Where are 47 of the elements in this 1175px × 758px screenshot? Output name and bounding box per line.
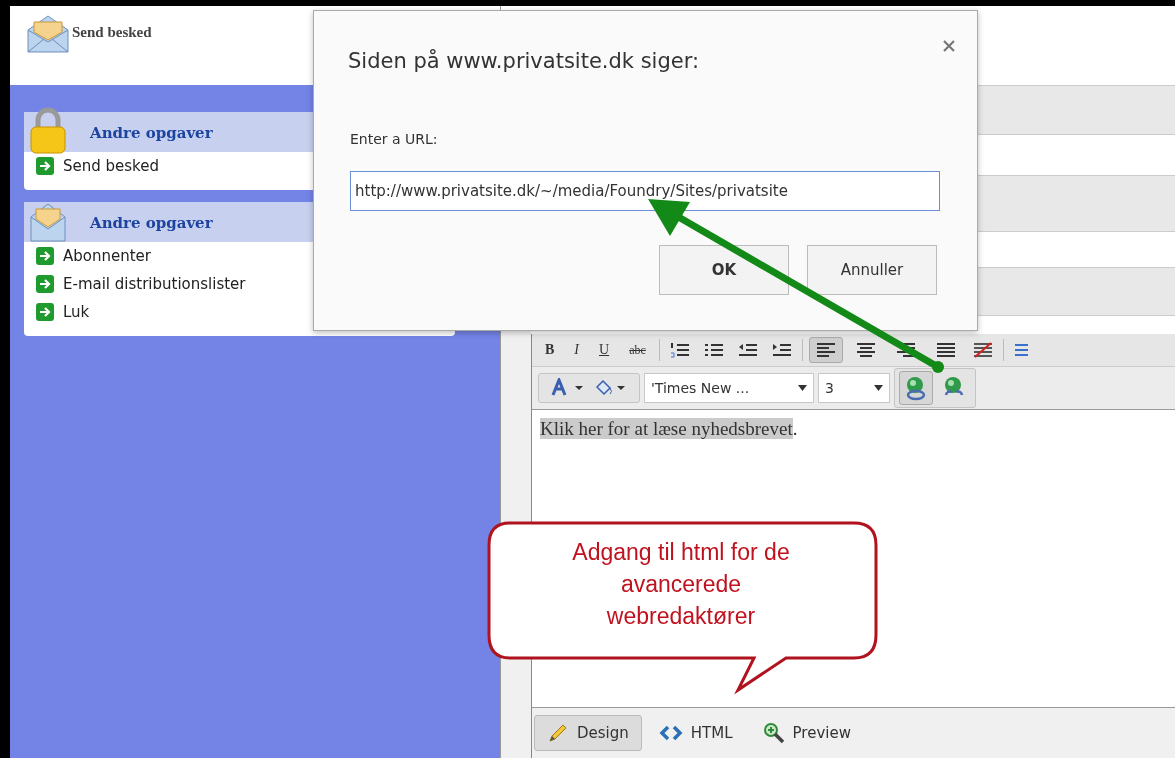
caret-icon	[874, 385, 883, 391]
more-tools-icon[interactable]	[1013, 342, 1028, 358]
pencil-icon	[547, 722, 569, 744]
align-left-icon	[815, 342, 836, 358]
padlock-icon	[28, 106, 68, 154]
task-link[interactable]: Luk	[24, 298, 455, 326]
size-dropdown[interactable]: 3	[818, 373, 890, 403]
callout-text: Adgang til html for de avancerede webredaktører	[571, 538, 791, 631]
bullet-list-icon[interactable]	[703, 342, 724, 358]
arrow-icon	[36, 157, 54, 175]
dialog-title: Siden på www.privatsite.dk siger:	[348, 49, 699, 73]
task-link[interactable]: E-mail distributionslister	[24, 270, 455, 298]
mode-tab[interactable]: Preview	[749, 715, 864, 751]
indent-icon[interactable]	[771, 342, 792, 358]
clear-format-icon[interactable]	[972, 342, 993, 358]
cancel-button[interactable]: Annuller	[807, 245, 937, 295]
arrow-icon	[36, 275, 54, 293]
align-right-icon	[895, 342, 916, 358]
field-label: Enter a URL:	[350, 131, 438, 147]
format-button[interactable]: B	[538, 339, 562, 361]
editor-text: Klik her for at læse nyhedsbrevet.	[540, 418, 799, 440]
format-button[interactable]: abc	[622, 339, 653, 361]
task-link[interactable]: Abonnenter	[24, 242, 455, 270]
magnifier-icon	[762, 722, 785, 744]
mode-tab[interactable]: HTML	[645, 717, 746, 749]
caret-icon	[798, 385, 807, 391]
card-title: Andre opgaver	[90, 124, 213, 142]
align-justify-icon	[935, 342, 956, 358]
card-title: Andre opgaver	[90, 214, 213, 232]
numbered-list-icon[interactable]	[669, 342, 690, 358]
url-input[interactable]: http://www.privatsite.dk/~/media/Foundry/Sites/privatsite	[350, 171, 940, 211]
outdent-icon[interactable]	[737, 342, 758, 358]
mode-tab[interactable]: Design	[534, 715, 642, 751]
format-button[interactable]: I	[567, 339, 586, 361]
arrow-icon	[36, 303, 54, 321]
close-icon[interactable]	[943, 40, 955, 52]
font-color-icon[interactable]	[551, 378, 585, 398]
fill-color-icon[interactable]	[593, 378, 627, 398]
align-center-icon	[855, 342, 876, 358]
format-button[interactable]: U	[592, 339, 617, 361]
align-button[interactable]	[808, 337, 843, 363]
insert-link-button[interactable]	[899, 371, 933, 405]
font-dropdown[interactable]: 'Times New ...	[644, 373, 814, 403]
arrow-icon	[36, 247, 54, 265]
ok-button[interactable]: OK	[659, 245, 789, 295]
code-icon	[658, 724, 683, 742]
page-title: Send besked	[72, 24, 152, 41]
